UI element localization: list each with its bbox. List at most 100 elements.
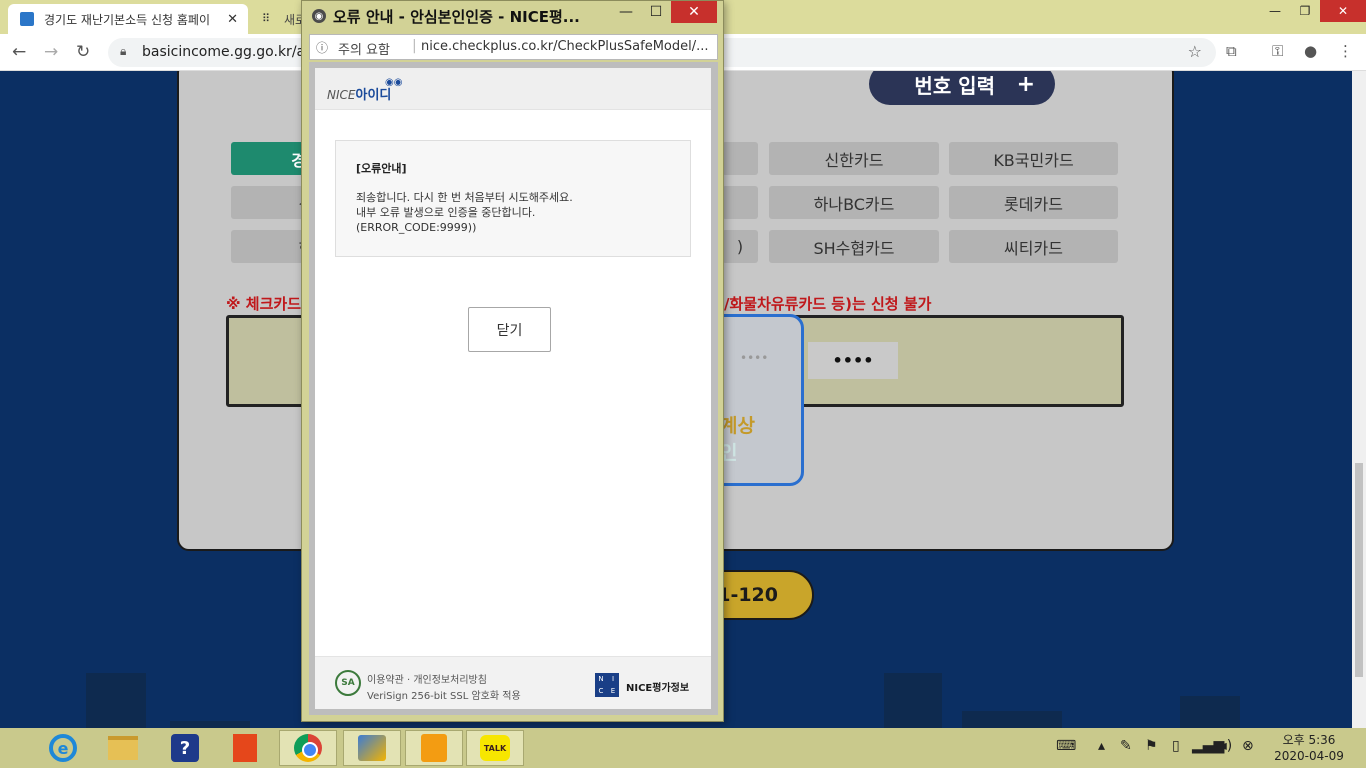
building-decoration xyxy=(884,673,942,728)
card-option-hana-bc[interactable]: 하나BC카드 xyxy=(769,186,939,219)
mark-letter: I xyxy=(611,675,615,683)
card-option-sh-suhyup[interactable]: SH수협카드 xyxy=(769,230,939,263)
warning-text-right: /화물차유류카드 등)는 신청 불가 xyxy=(724,295,932,313)
nice-logo-mark: N I C E xyxy=(595,673,619,697)
taskbar-ie[interactable]: e xyxy=(34,730,92,766)
site-favicon-icon xyxy=(20,12,34,26)
pin-field[interactable]: •••• xyxy=(808,342,898,379)
plus-icon: + xyxy=(1016,71,1035,97)
page-scrollbar[interactable] xyxy=(1352,71,1366,728)
windows-taskbar: e ? TALK ⌨ ▴ ✎ ⚑ ▯ ▂▄▆ ◄) ⊗ 오후 5:36 2020… xyxy=(0,728,1366,768)
maximize-icon[interactable]: ☐ xyxy=(641,1,671,23)
notes-app-icon xyxy=(421,734,447,762)
error-popup-window: ◉ 오류 안내 - 안심본인인증 - NICE평... — ☐ ✕ ⓘ 주의 요… xyxy=(301,0,724,722)
reload-icon[interactable]: ↻ xyxy=(76,42,90,62)
card-option-label: SH수협카드 xyxy=(813,238,895,258)
nice-header: NICE아이디 ◉◉ xyxy=(315,68,711,110)
popup-address-bar[interactable]: ⓘ 주의 요함 | nice.checkplus.co.kr/CheckPlus… xyxy=(309,34,718,60)
taskbar-help[interactable]: ? xyxy=(156,730,214,766)
card-option-hidden[interactable] xyxy=(722,142,758,175)
card-option-lotte[interactable]: 롯데카드 xyxy=(949,186,1118,219)
keyboard-icon[interactable]: ⌨ xyxy=(1056,738,1076,754)
error-line-1: 죄송합니다. 다시 한 번 처음부터 시도해주세요. xyxy=(356,191,573,204)
popup-title: 오류 안내 - 안심본인인증 - NICE평... xyxy=(333,8,580,26)
notification-icon[interactable]: ⊗ xyxy=(1242,738,1254,754)
popup-body: NICE아이디 ◉◉ [오류안내] 죄송합니다. 다시 한 번 처음부터 시도해… xyxy=(309,62,718,715)
card-option-shinhan[interactable]: 신한카드 xyxy=(769,142,939,175)
taskbar-chrome[interactable] xyxy=(279,730,337,766)
close-window-icon[interactable]: ✕ xyxy=(671,1,717,23)
building-decoration xyxy=(86,673,146,728)
card-option-hidden[interactable]: ) xyxy=(722,230,758,263)
pen-icon[interactable]: ✎ xyxy=(1120,738,1132,754)
globe-icon: ◉ xyxy=(312,9,326,23)
card-option-kb[interactable]: KB국민카드 xyxy=(949,142,1118,175)
popup-url: nice.checkplus.co.kr/CheckPlusSafeModel/… xyxy=(421,39,709,54)
popup-window-controls: — ☐ ✕ xyxy=(611,1,717,23)
card-option-label: 씨티카드 xyxy=(1004,238,1063,258)
help-icon: ? xyxy=(171,734,199,762)
footer-ssl-note: VeriSign 256-bit SSL 암호화 적용 xyxy=(367,691,521,702)
forward-icon[interactable]: → xyxy=(44,42,58,62)
clock-date: 2020-04-09 xyxy=(1274,749,1344,763)
card-option-label: 롯데카드 xyxy=(1004,194,1063,214)
logo-main: 아이디 xyxy=(355,88,392,103)
dots-favicon-icon: ⠿ xyxy=(262,12,271,25)
minimize-icon[interactable]: — xyxy=(1260,0,1290,22)
building-decoration xyxy=(962,711,1062,728)
taskbar-files[interactable] xyxy=(343,730,401,766)
close-window-icon[interactable]: ✕ xyxy=(1320,0,1366,22)
info-icon[interactable]: ⓘ xyxy=(316,39,328,56)
card-option-label: 신한카드 xyxy=(824,150,884,170)
translate-icon[interactable]: ⧉ xyxy=(1226,42,1237,60)
pin-placeholder: •••• xyxy=(740,351,769,365)
close-button[interactable]: 닫기 xyxy=(468,307,551,352)
tray-expand-icon[interactable]: ▴ xyxy=(1098,738,1105,754)
card-number-input-pill[interactable]: 번호 입력 + xyxy=(869,71,1055,105)
nice-id-logo: NICE아이디 xyxy=(327,84,391,103)
back-icon[interactable]: ← xyxy=(12,42,26,62)
security-warning-label: 주의 요함 xyxy=(338,43,390,58)
error-code: (ERROR_CODE:9999)) xyxy=(356,221,477,234)
building-decoration xyxy=(1180,696,1240,728)
chrome-icon xyxy=(294,734,322,762)
taskbar-notes[interactable] xyxy=(405,730,463,766)
account-icon[interactable]: ● xyxy=(1304,42,1317,60)
scrollbar-thumb[interactable] xyxy=(1355,463,1363,677)
folder-icon xyxy=(108,736,138,760)
flag-icon[interactable]: ⚑ xyxy=(1145,738,1158,754)
logo-prefix: NICE xyxy=(327,88,356,102)
popup-titlebar[interactable]: ◉ 오류 안내 - 안심본인인증 - NICE평... — ☐ ✕ xyxy=(302,1,723,31)
error-line-2: 내부 오류 발생으로 인증을 중단합니다. xyxy=(356,206,536,219)
card-option-label: ) xyxy=(736,237,744,256)
files-app-icon xyxy=(358,735,386,761)
restore-icon[interactable]: ❐ xyxy=(1290,0,1320,22)
error-message-box: [오류안내] 죄송합니다. 다시 한 번 처음부터 시도해주세요. 내부 오류 … xyxy=(335,140,691,257)
lock-icon: 🔒︎ xyxy=(120,44,127,58)
address-url: basicincome.gg.go.kr/are xyxy=(142,44,320,60)
tab-close-icon[interactable]: ✕ xyxy=(227,12,238,27)
gold-label: 계상 인 xyxy=(720,411,755,465)
building-decoration xyxy=(170,721,250,728)
clock-time: 오후 5:36 xyxy=(1282,733,1336,747)
system-clock[interactable]: 오후 5:36 2020-04-09 xyxy=(1264,732,1354,764)
taskbar-explorer[interactable] xyxy=(94,730,152,766)
key-icon[interactable]: ⚿ xyxy=(1272,42,1283,60)
card-option-label: 하나BC카드 xyxy=(813,194,895,214)
mark-letter: C xyxy=(598,687,604,695)
taskbar-kakaotalk[interactable]: TALK xyxy=(466,730,524,766)
browser-window-controls: — ❐ ✕ xyxy=(1260,0,1366,22)
bookmark-star-icon[interactable]: ☆ xyxy=(1188,42,1202,61)
menu-icon[interactable]: ⋮ xyxy=(1338,42,1353,60)
tab-basic-income[interactable]: 경기도 재난기본소득 신청 홈페이 ✕ xyxy=(8,4,248,34)
volume-icon[interactable]: ◄) xyxy=(1216,738,1232,754)
battery-icon[interactable]: ▯ xyxy=(1172,738,1180,754)
card-option-citi[interactable]: 씨티카드 xyxy=(949,230,1118,263)
footer-links[interactable]: 이용약관 · 개인정보처리방침 xyxy=(367,671,487,686)
taskbar-office[interactable] xyxy=(216,730,274,766)
divider: | xyxy=(412,38,417,54)
pill-label: 번호 입력 xyxy=(914,73,995,98)
card-option-label: KB국민카드 xyxy=(993,150,1074,170)
minimize-icon[interactable]: — xyxy=(611,1,641,23)
card-option-hidden[interactable] xyxy=(722,186,758,219)
